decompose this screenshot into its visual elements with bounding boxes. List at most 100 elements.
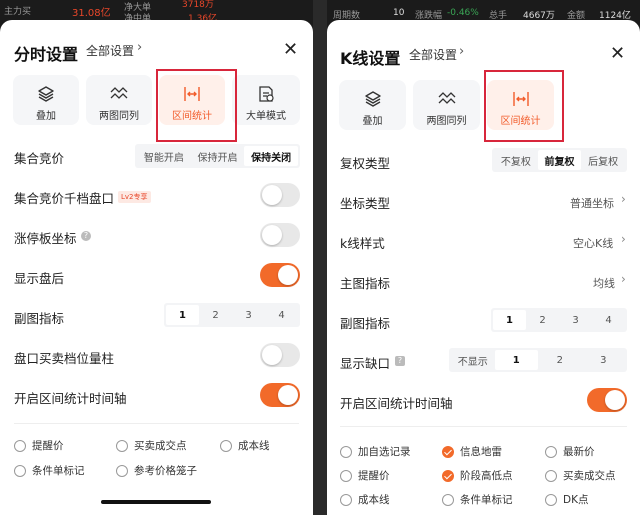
radio-circle-icon: [340, 469, 352, 482]
limit-axis-label: 涨停板坐标: [14, 231, 77, 246]
sub-option-4[interactable]: 4: [265, 305, 298, 325]
check-stage-high-low[interactable]: 阶段高低点: [442, 468, 513, 483]
auction-option-smart[interactable]: 智能开启: [137, 146, 191, 166]
axis-type-label: 坐标类型: [340, 196, 391, 211]
divider: [14, 423, 299, 424]
check-price-cage[interactable]: 参考价格笼子: [116, 463, 197, 478]
gap-option-1[interactable]: 1: [494, 350, 538, 370]
chevron-right-icon: ›: [621, 192, 626, 206]
bid-ask-bar-toggle[interactable]: [260, 343, 300, 367]
highlight-box: [156, 69, 237, 142]
sub-option-2[interactable]: 2: [199, 305, 232, 325]
sub-option-2[interactable]: 2: [526, 310, 559, 330]
check-trade-points[interactable]: 买卖成交点: [116, 438, 187, 453]
sub-indicator-label: 副图指标: [14, 311, 65, 326]
adjust-option-forward[interactable]: 前复权: [537, 150, 582, 170]
radio-circle-icon: [340, 445, 352, 458]
all-settings-link[interactable]: 全部设置: [409, 46, 457, 63]
adjust-option-backward[interactable]: 后复权: [581, 150, 625, 170]
tile-overlay[interactable]: 叠加: [339, 80, 406, 130]
after-hours-label: 显示盘后: [14, 271, 65, 286]
interval-axis-label: 开启区间统计时间轴: [340, 396, 453, 411]
toggle-knob: [262, 345, 282, 365]
radio-circle-icon: [545, 469, 557, 482]
radio-circle-icon: [220, 439, 232, 452]
interval-axis-toggle[interactable]: [587, 388, 627, 412]
checkmark-circle-icon: [442, 469, 454, 482]
check-cost-line[interactable]: 成本线: [220, 438, 270, 453]
sub-indicator-segmented-control[interactable]: 1 2 3 4: [491, 308, 627, 332]
big-order-icon: [259, 86, 274, 102]
auction-segmented-control[interactable]: 智能开启 保持开启 保持关闭: [135, 144, 300, 168]
check-reminder-price[interactable]: 提醒价: [340, 468, 390, 483]
toggle-knob: [262, 185, 282, 205]
auction-option-keep-on[interactable]: 保持开启: [191, 146, 245, 166]
tile-dual-chart[interactable]: 两图同列: [413, 80, 480, 130]
kline-style-value[interactable]: 空心K线: [573, 235, 613, 251]
bid-ask-bar-label: 盘口买卖档位量柱: [14, 351, 115, 366]
radio-circle-icon: [340, 493, 352, 506]
sub-option-3[interactable]: 3: [232, 305, 265, 325]
kline-settings-screen: 周期数 10 涨跌幅 -0.46% 总手 4667万 金额 1124亿 K线设置…: [327, 0, 640, 515]
toggle-knob: [278, 385, 298, 405]
check-dk-point[interactable]: DK点: [545, 492, 588, 507]
check-info-mine[interactable]: 信息地雷: [442, 444, 502, 459]
check-cost-line[interactable]: 成本线: [340, 492, 390, 507]
main-indicator-label: 主图指标: [340, 276, 391, 291]
sub-option-1[interactable]: 1: [493, 310, 526, 330]
toggle-knob: [262, 225, 282, 245]
adjust-type-label: 复权类型: [340, 156, 391, 171]
gap-option-2[interactable]: 2: [538, 350, 582, 370]
auction-depth-label: 集合竞价千档盘口: [14, 191, 115, 206]
check-reminder-price[interactable]: 提醒价: [14, 438, 64, 453]
home-indicator: [101, 500, 211, 504]
radio-circle-icon: [14, 464, 26, 477]
interval-axis-label: 开启区间统计时间轴: [14, 391, 127, 406]
main-indicator-value[interactable]: 均线: [593, 275, 615, 291]
sub-indicator-segmented-control[interactable]: 1 2 3 4: [164, 303, 300, 327]
all-settings-link[interactable]: 全部设置: [86, 42, 134, 59]
kline-style-label: k线样式: [340, 236, 385, 251]
tile-big-order[interactable]: 大单模式: [232, 75, 300, 125]
gap-segmented-control[interactable]: 不显示 1 2 3: [449, 348, 627, 372]
adjust-option-none[interactable]: 不复权: [494, 150, 538, 170]
gap-option-hide[interactable]: 不显示: [451, 350, 495, 370]
sheet-title: 分时设置: [14, 45, 79, 64]
divider: [340, 426, 627, 427]
auction-depth-toggle[interactable]: [260, 183, 300, 207]
sub-indicator-label: 副图指标: [340, 316, 391, 331]
sub-option-1[interactable]: 1: [166, 305, 199, 325]
adjust-segmented-control[interactable]: 不复权 前复权 后复权: [492, 148, 627, 172]
interval-axis-toggle[interactable]: [260, 383, 300, 407]
check-watchlist-record[interactable]: 加自选记录: [340, 444, 411, 459]
tile-overlay[interactable]: 叠加: [13, 75, 79, 125]
gap-option-3[interactable]: 3: [582, 350, 626, 370]
limit-axis-toggle[interactable]: [260, 223, 300, 247]
background-quote-strip: 周期数 10 涨跌幅 -0.46% 总手 4667万 金额 1124亿: [333, 8, 631, 21]
intraday-settings-screen: 主力买 31.08亿 净大单 3718万 净中单 1.36亿 分时设置 全部设置…: [0, 0, 313, 515]
settings-sheet: K线设置 全部设置 › ✕ 叠加 两图同列 区间统计 复权类型 不复权 前复权 …: [327, 20, 640, 515]
help-icon[interactable]: ?: [81, 231, 91, 241]
gap-label: 显示缺口: [340, 356, 391, 371]
radio-circle-icon: [116, 464, 128, 477]
check-trade-points[interactable]: 买卖成交点: [545, 468, 616, 483]
auction-option-keep-off[interactable]: 保持关闭: [244, 146, 299, 166]
axis-type-value[interactable]: 普通坐标: [570, 195, 614, 211]
close-icon[interactable]: ✕: [610, 43, 625, 64]
check-condition-order[interactable]: 条件单标记: [14, 463, 85, 478]
help-icon[interactable]: ?: [395, 356, 405, 366]
check-condition-order[interactable]: 条件单标记: [442, 492, 513, 507]
sub-option-3[interactable]: 3: [559, 310, 592, 330]
tile-dual-chart[interactable]: 两图同列: [86, 75, 152, 125]
radio-circle-icon: [442, 493, 454, 506]
sub-option-4[interactable]: 4: [592, 310, 625, 330]
toggle-knob: [278, 265, 298, 285]
sheet-title: K线设置: [340, 49, 401, 68]
after-hours-toggle[interactable]: [260, 263, 300, 287]
wave-lines-icon: [438, 92, 455, 104]
radio-circle-icon: [545, 445, 557, 458]
radio-circle-icon: [116, 439, 128, 452]
radio-circle-icon: [545, 493, 557, 506]
check-latest-price[interactable]: 最新价: [545, 444, 595, 459]
close-icon[interactable]: ✕: [283, 39, 298, 60]
